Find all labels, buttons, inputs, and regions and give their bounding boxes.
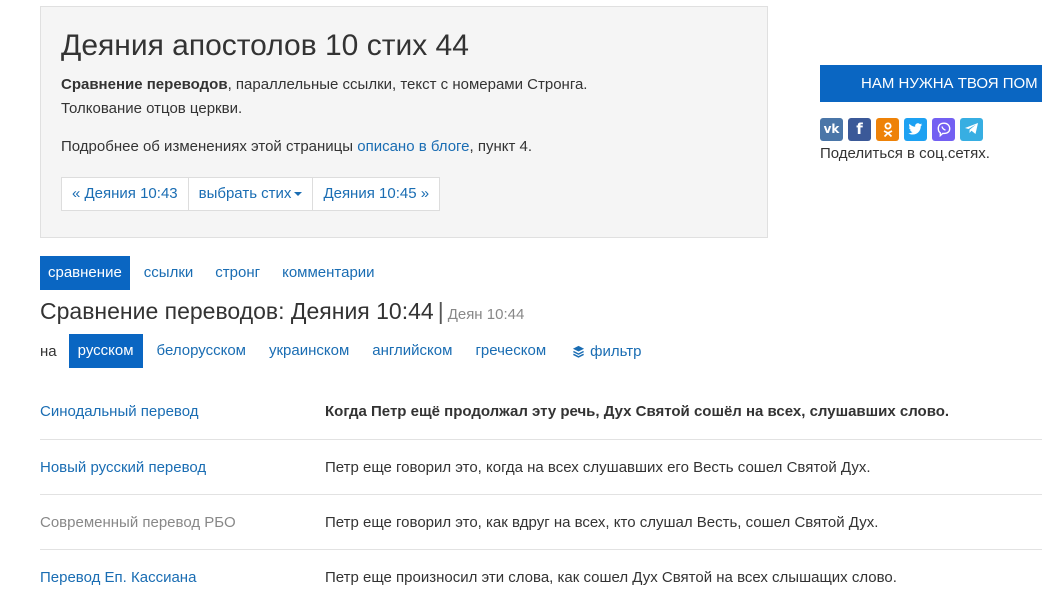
vk-icon[interactable]: vk bbox=[820, 118, 843, 141]
changes-suffix: , пункт 4. bbox=[469, 138, 533, 155]
twitter-icon[interactable] bbox=[904, 118, 927, 141]
lang-english[interactable]: английском bbox=[363, 334, 461, 368]
filter-button[interactable]: фильтр bbox=[572, 343, 641, 360]
layers-icon bbox=[573, 345, 585, 358]
translations-table: Синодальный перевод Когда Петр ещё продо… bbox=[40, 384, 1042, 604]
changes-note: Подробнее об изменениях этой страницы оп… bbox=[61, 138, 532, 155]
description-bold: Сравнение переводов bbox=[61, 76, 228, 93]
donate-button[interactable]: НАМ НУЖНА ТВОЯ ПОМ bbox=[820, 65, 1042, 102]
odnoklassniki-icon[interactable] bbox=[876, 118, 899, 141]
changes-prefix: Подробнее об изменениях этой страницы bbox=[61, 138, 358, 155]
section-heading: Сравнение переводов: Деяния 10:44 | Деян 1… bbox=[40, 298, 524, 325]
translation-name-link[interactable]: Перевод Еп. Кассиана bbox=[40, 569, 325, 586]
telegram-icon[interactable] bbox=[960, 118, 983, 141]
table-row: Современный перевод РБО Петр еще говорил… bbox=[40, 494, 1042, 549]
translation-name-link[interactable]: Новый русский перевод bbox=[40, 459, 325, 476]
tab-comments[interactable]: комментарии bbox=[274, 256, 382, 290]
page-description: Сравнение переводов, параллельные ссылки… bbox=[61, 73, 741, 121]
title-separator: | bbox=[437, 298, 444, 324]
page-title: Деяния апостолов 10 стих 44 bbox=[61, 29, 469, 62]
verse-ref: Деян 10:44 bbox=[447, 306, 525, 323]
translation-name-link[interactable]: Синодальный перевод bbox=[40, 403, 325, 420]
tab-strong[interactable]: стронг bbox=[207, 256, 268, 290]
translation-text: Когда Петр ещё продолжал эту речь, Дух С… bbox=[325, 403, 950, 420]
verse-pager: « Деяния 10:43 выбрать стих Деяния 10:45… bbox=[61, 177, 441, 211]
lang-russian[interactable]: русском bbox=[68, 334, 143, 368]
facebook-icon[interactable]: f bbox=[848, 118, 871, 141]
table-row: Перевод Еп. Кассиана Петр еще произносил… bbox=[40, 549, 1042, 604]
caret-down-icon bbox=[294, 192, 303, 197]
blog-link[interactable]: описано в блоге bbox=[357, 138, 469, 155]
translation-text: Петр еще говорил это, как вдруг на всех,… bbox=[325, 513, 879, 531]
content-tabs: сравнение ссылки стронг комментарии bbox=[40, 256, 389, 290]
table-row: Синодальный перевод Когда Петр ещё продо… bbox=[40, 384, 1042, 439]
lang-ukrainian[interactable]: украинском bbox=[260, 334, 358, 368]
lang-belarusian[interactable]: белорусском bbox=[148, 334, 255, 368]
language-selector: на русском белорусском украинском англий… bbox=[40, 334, 641, 368]
filter-label: фильтр bbox=[590, 342, 642, 360]
description-text: , параллельные ссылки, текст с номерами … bbox=[227, 76, 588, 93]
tab-comparison[interactable]: сравнение bbox=[40, 256, 130, 290]
language-prefix: на bbox=[40, 342, 57, 360]
translation-text: Петр еще говорил это, когда на всех слуш… bbox=[325, 458, 871, 476]
select-verse-dropdown[interactable]: выбрать стих bbox=[189, 178, 314, 210]
description-line2: Толкование отцов церкви. bbox=[61, 100, 243, 117]
viber-icon[interactable] bbox=[932, 118, 955, 141]
prev-verse-link[interactable]: « Деяния 10:43 bbox=[62, 178, 189, 210]
social-share-bar: vk f bbox=[820, 118, 988, 141]
next-verse-link[interactable]: Деяния 10:45 » bbox=[313, 178, 439, 210]
lang-greek[interactable]: греческом bbox=[466, 334, 555, 368]
select-verse-label: выбрать стих bbox=[198, 185, 292, 202]
translation-text: Петр еще произносил эти слова, как сошел… bbox=[325, 568, 897, 586]
translation-name: Современный перевод РБО bbox=[40, 513, 236, 531]
section-title: Сравнение переводов: Деяния 10:44 bbox=[40, 298, 434, 324]
tab-links[interactable]: ссылки bbox=[136, 256, 201, 290]
table-row: Новый русский перевод Петр еще говорил э… bbox=[40, 439, 1042, 494]
share-label: Поделиться в соц.сетях. bbox=[820, 145, 990, 162]
info-panel: Деяния апостолов 10 стих 44 Сравнение пе… bbox=[40, 6, 768, 238]
